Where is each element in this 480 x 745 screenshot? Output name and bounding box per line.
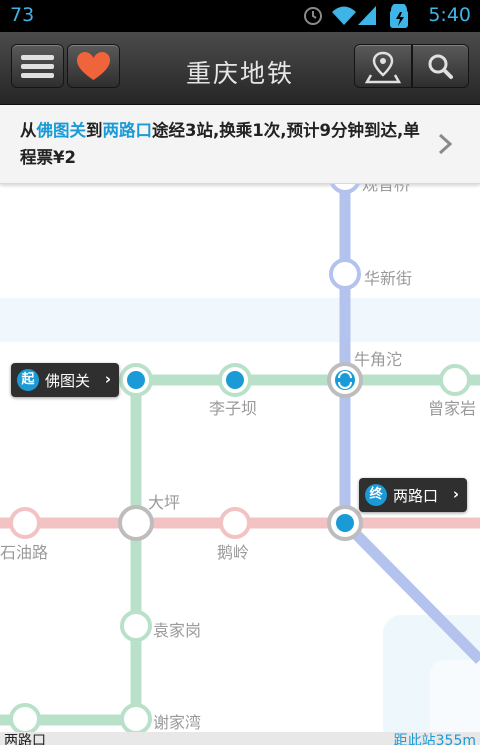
- route-summary-bar[interactable]: 从佛图关到两路口途经3站,换乘1次,预计9分钟到达,单程票¥2: [0, 105, 480, 184]
- map-pin-icon: [364, 51, 402, 84]
- end-station-name: 两路口: [393, 487, 439, 505]
- station-label: 大坪: [148, 493, 181, 512]
- route-origin: 佛图关: [36, 121, 87, 140]
- end-badge: 终: [365, 484, 387, 506]
- station-label: 鹅岭: [217, 543, 250, 562]
- start-station-name: 佛图关: [45, 372, 91, 390]
- station-label: 观音桥: [362, 184, 411, 194]
- search-button[interactable]: [412, 44, 469, 88]
- station-xiejiawan: [120, 703, 152, 734]
- start-badge: 起: [17, 369, 39, 391]
- nearby-station-bar[interactable]: 两路口 距此站355m: [0, 732, 480, 745]
- line-3: [339, 184, 480, 664]
- chevron-right-icon: [438, 133, 452, 155]
- station-huaxinjie: [329, 258, 361, 290]
- app-header: 重庆地铁: [0, 32, 480, 105]
- station-label: 牛角沱: [354, 350, 403, 369]
- station-yuanjiagang: [120, 610, 152, 642]
- search-icon: [428, 54, 453, 79]
- station-shiyoulu: [9, 507, 41, 539]
- station-zengjiayan: [439, 364, 471, 396]
- station-label: 李子坝: [209, 399, 258, 418]
- wifi-icon: [332, 6, 356, 25]
- station-guanyinqiao: [330, 184, 360, 194]
- status-number: 73: [10, 4, 35, 26]
- location-button[interactable]: [354, 44, 412, 88]
- station-label: 袁家岗: [153, 621, 202, 640]
- water-area: [430, 660, 480, 734]
- nearby-station-name: 两路口: [4, 733, 46, 745]
- nearby-station-distance: 距此站355m: [393, 733, 476, 745]
- end-station-marker[interactable]: 终 两路口 ›: [359, 478, 467, 512]
- station-label: 华新街: [364, 269, 413, 288]
- route-destination: 两路口: [102, 121, 153, 140]
- station-label: 曾家岩: [428, 399, 477, 418]
- station-label: 谢家湾: [153, 713, 202, 732]
- chevron-right-icon: ›: [452, 485, 459, 503]
- metro-map[interactable]: 观音桥 华新街 牛角沱 李子坝 曾家岩 大坪 石油路 鹅岭 袁家岗 谢家湾 起 …: [0, 184, 480, 734]
- station-west: [9, 703, 41, 734]
- alarm-icon: [304, 7, 322, 25]
- status-time: 5:40: [428, 4, 471, 26]
- start-station-marker[interactable]: 起 佛图关 ›: [11, 363, 119, 397]
- android-icon: [390, 4, 408, 28]
- chevron-right-icon: ›: [104, 370, 111, 388]
- station-eling: [219, 507, 251, 539]
- signal-icon: [358, 6, 376, 25]
- station-label: 石油路: [0, 543, 49, 562]
- status-bar: 73 5:40: [0, 0, 480, 32]
- river-area: [0, 298, 480, 342]
- route-summary: 从佛图关到两路口途经3站,换乘1次,预计9分钟到达,单程票¥2: [20, 121, 420, 167]
